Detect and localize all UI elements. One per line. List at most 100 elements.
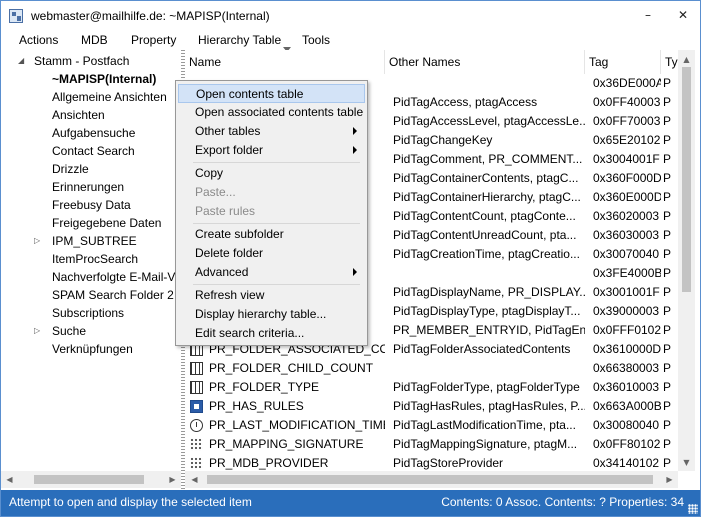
context-menu-item[interactable]: Create subfolder bbox=[178, 225, 365, 244]
context-menu-item[interactable]: Edit search criteria... bbox=[178, 324, 365, 343]
context-menu-item[interactable]: Other tables bbox=[178, 122, 365, 141]
tree-item[interactable]: Nachverfolgte E-Mail-V bbox=[52, 268, 175, 286]
cell-tag: 0x0FFF0102 bbox=[593, 323, 661, 337]
cell-name: PR_MDB_PROVIDER bbox=[209, 456, 329, 470]
cell-other-names: PidTagStoreProvider bbox=[393, 456, 504, 470]
table-row[interactable]: PR_HAS_RULES PidTagHasRules, ptagHasRules… bbox=[185, 397, 678, 416]
cell-type: P bbox=[663, 399, 672, 413]
clock-property-icon bbox=[190, 419, 203, 432]
cell-other-names: PR_MEMBER_ENTRYID, PidTagEnt... bbox=[393, 323, 585, 337]
context-menu-label: Create subfolder bbox=[195, 227, 284, 241]
cell-tag: 0x36DE000A bbox=[593, 76, 661, 90]
tree-item[interactable]: ItemProcSearch bbox=[52, 250, 138, 268]
cell-type: P bbox=[663, 380, 672, 394]
tree-item[interactable]: Verknüpfungen bbox=[52, 340, 133, 358]
menu-separator bbox=[193, 284, 360, 285]
window-title: webmaster@mailhilfe.de: ~MAPISP(Internal… bbox=[31, 9, 270, 23]
column-other-names[interactable]: Other Names bbox=[385, 50, 585, 74]
cell-type: P bbox=[663, 304, 672, 318]
tree-item[interactable]: ~MAPISP(Internal) bbox=[52, 70, 156, 88]
menu-property[interactable]: Property bbox=[131, 33, 176, 47]
tree-item[interactable]: Subscriptions bbox=[52, 304, 124, 322]
context-menu-label: Export folder bbox=[195, 143, 264, 157]
menu-separator bbox=[193, 223, 360, 224]
list-scroll-thumb[interactable] bbox=[207, 475, 653, 484]
close-button[interactable]: ✕ bbox=[672, 6, 694, 24]
context-menu-item[interactable]: Export folder bbox=[178, 141, 365, 160]
tree-item[interactable]: Drizzle bbox=[52, 160, 89, 178]
tree-expand-icon[interactable]: ▷ bbox=[34, 326, 40, 335]
submenu-arrow-icon bbox=[353, 146, 357, 154]
tree-item[interactable]: Ansichten bbox=[52, 106, 105, 124]
tree-item[interactable]: Freebusy Data bbox=[52, 196, 131, 214]
folder-tree[interactable]: ◢ Stamm - Postfach ~MAPISP(Internal) Allgem… bbox=[1, 50, 181, 471]
column-tag[interactable]: Tag bbox=[585, 50, 661, 74]
context-menu-item[interactable]: Refresh view bbox=[178, 286, 365, 305]
cell-tag: 0x36010003 bbox=[593, 380, 660, 394]
cell-type: P bbox=[663, 418, 672, 432]
menu-mdb[interactable]: MDB bbox=[81, 33, 108, 47]
menu-actions[interactable]: Actions bbox=[19, 33, 58, 47]
cell-type: P bbox=[663, 190, 672, 204]
tree-item[interactable]: Erinnerungen bbox=[52, 178, 124, 196]
context-menu-label: Paste rules bbox=[195, 204, 256, 218]
context-menu-item[interactable]: Open associated contents table bbox=[178, 103, 365, 122]
cell-type: P bbox=[663, 171, 672, 185]
table-row[interactable]: PR_LAST_MODIFICATION_TIME PidTagLastModif… bbox=[185, 416, 678, 435]
cell-tag: 0x0FF70003 bbox=[593, 114, 661, 128]
tree-item[interactable]: Freigegebene Daten bbox=[52, 214, 161, 232]
table-row[interactable]: PR_FOLDER_TYPE PidTagFolderType, ptagFold… bbox=[185, 378, 678, 397]
cell-type: P bbox=[663, 247, 672, 261]
tree-scroll-right-arrow[interactable]: ▶ bbox=[164, 471, 181, 488]
table-row[interactable]: PR_MAPPING_SIGNATURE PidTagMappingSignatu… bbox=[185, 435, 678, 454]
menu-hierarchy-table[interactable]: Hierarchy Table bbox=[198, 33, 281, 47]
tree-item[interactable]: Contact Search bbox=[52, 142, 135, 160]
tree-expand-icon[interactable]: ▷ bbox=[34, 236, 40, 245]
column-type[interactable]: Ty bbox=[661, 50, 678, 74]
submenu-arrow-icon bbox=[353, 268, 357, 276]
column-name[interactable]: Name bbox=[185, 50, 385, 74]
tree-item[interactable]: Suche bbox=[52, 322, 86, 340]
tree-collapse-icon[interactable]: ◢ bbox=[18, 56, 24, 65]
cell-other-names: PidTagHasRules, ptagHasRules, P... bbox=[393, 399, 585, 413]
vertical-scroll-thumb[interactable] bbox=[682, 67, 691, 292]
cell-type: P bbox=[663, 342, 672, 356]
context-menu-label: Other tables bbox=[195, 124, 261, 138]
list-scroll-left-arrow[interactable]: ◀ bbox=[186, 471, 203, 488]
table-row[interactable]: PR_MDB_PROVIDER PidTagStoreProvider 0x3414… bbox=[185, 454, 678, 471]
tree-item[interactable]: SPAM Search Folder 2 bbox=[52, 286, 174, 304]
tree-item[interactable]: Allgemeine Ansichten bbox=[52, 88, 167, 106]
cell-type: P bbox=[663, 95, 672, 109]
scroll-down-arrow[interactable]: ▼ bbox=[678, 454, 695, 471]
tree-item[interactable]: Aufgabensuche bbox=[52, 124, 135, 142]
cell-other-names: PidTagContentUnreadCount, pta... bbox=[393, 228, 577, 242]
cell-tag: 0x36020003 bbox=[593, 209, 660, 223]
cell-other-names: PidTagDisplayType, ptagDisplayT... bbox=[393, 304, 581, 318]
menu-tools[interactable]: Tools bbox=[302, 33, 330, 47]
tree-scroll-thumb[interactable] bbox=[34, 475, 144, 484]
context-menu-item[interactable]: Advanced bbox=[178, 263, 365, 282]
context-menu-label: Delete folder bbox=[195, 246, 264, 260]
context-menu-item[interactable]: Display hierarchy table... bbox=[178, 305, 365, 324]
cell-other-names: PidTagFolderType, ptagFolderType bbox=[393, 380, 580, 394]
resize-grip-icon[interactable] bbox=[688, 504, 698, 514]
tree-scroll-left-arrow[interactable]: ◀ bbox=[1, 471, 18, 488]
scroll-up-arrow[interactable]: ▲ bbox=[678, 51, 695, 68]
cell-name: PR_FOLDER_TYPE bbox=[209, 380, 320, 394]
list-scroll-right-arrow[interactable]: ▶ bbox=[661, 471, 678, 488]
cell-other-names: PidTagMappingSignature, ptagM... bbox=[393, 437, 578, 451]
table-row[interactable]: PR_FOLDER_CHILD_COUNT 0x66380003 P bbox=[185, 359, 678, 378]
cell-name: PR_MAPPING_SIGNATURE bbox=[209, 437, 364, 451]
cell-other-names: PidTagContainerContents, ptagC... bbox=[393, 171, 579, 185]
minimize-button[interactable]: – bbox=[637, 6, 659, 24]
cell-type: P bbox=[663, 456, 672, 470]
context-menu-item[interactable]: Delete folder bbox=[178, 244, 365, 263]
cell-tag: 0x0FF40003 bbox=[593, 95, 661, 109]
cell-other-names: PidTagContainerHierarchy, ptagC... bbox=[393, 190, 581, 204]
cell-type: P bbox=[663, 152, 672, 166]
context-menu-item[interactable]: Open contents table bbox=[178, 84, 365, 103]
cell-tag: 0x30070040 bbox=[593, 247, 660, 261]
tree-item[interactable]: Stamm - Postfach bbox=[34, 52, 129, 70]
context-menu-item[interactable]: Copy bbox=[178, 164, 365, 183]
tree-item[interactable]: IPM_SUBTREE bbox=[52, 232, 137, 250]
